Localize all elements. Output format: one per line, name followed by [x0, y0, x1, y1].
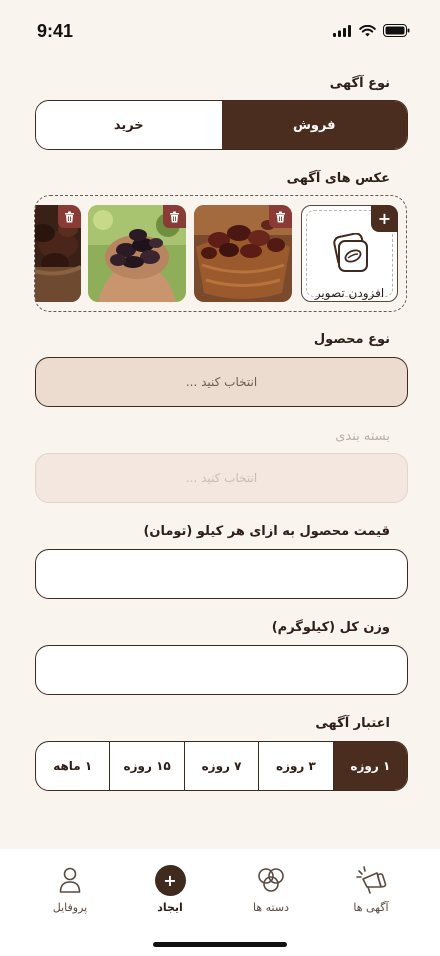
packaging-placeholder: انتخاب کنید ...: [185, 471, 258, 485]
nav-profile-label: پروفایل: [52, 901, 88, 914]
delete-photo-button[interactable]: [163, 205, 186, 228]
status-time: 9:41: [37, 21, 74, 41]
categories-icon: [258, 868, 284, 892]
megaphone-icon: [356, 866, 387, 894]
nav-create[interactable]: + ایجاد: [130, 863, 210, 914]
product-type-placeholder: انتخاب کنید ...: [185, 375, 258, 389]
nav-ads-label: آگهی ها: [353, 901, 389, 914]
nav-create-label: ایجاد: [157, 901, 183, 914]
photo-thumbnail[interactable]: [88, 205, 186, 302]
trash-icon: [65, 211, 74, 222]
add-photo-button[interactable]: افزودن تصویر +: [301, 205, 398, 302]
price-input[interactable]: [35, 549, 408, 599]
nav-profile[interactable]: پروفایل: [30, 863, 110, 914]
delete-photo-button[interactable]: [269, 205, 292, 228]
add-photo-label: افزودن تصویر: [314, 286, 385, 300]
validity-option-1-month[interactable]: ۱ ماهه: [36, 742, 109, 790]
weight-input[interactable]: [35, 645, 408, 695]
wifi-icon: [359, 24, 376, 36]
validity-selector: ۱ ماهه ۱۵ روزه ۷ روزه ۳ روزه ۱ روزه: [35, 741, 408, 791]
photo-thumbnail[interactable]: [35, 205, 81, 302]
trash-icon: [170, 211, 179, 222]
nav-categories-label: دسته ها: [253, 901, 289, 914]
ad-type-toggle: خرید فروش: [35, 100, 408, 150]
weight-label: وزن کل (کیلوگرم): [271, 620, 390, 635]
user-icon: [59, 867, 81, 893]
status-bar: 9:41: [0, 0, 440, 62]
ad-type-label: نوع آگهی: [329, 76, 390, 91]
nav-ads[interactable]: آگهی ها: [331, 863, 411, 914]
signal-icon: [333, 24, 351, 37]
status-icons: [333, 24, 410, 37]
image-icon: [333, 233, 368, 272]
buy-option[interactable]: خرید: [36, 101, 222, 149]
validity-option-7-days[interactable]: ۷ روزه: [183, 742, 258, 790]
validity-label: اعتبار آگهی: [315, 716, 390, 731]
packaging-label: بسته بندی: [335, 429, 390, 444]
product-type-select[interactable]: انتخاب کنید ...: [35, 357, 408, 407]
photos-label: عکس های آگهی: [286, 171, 390, 186]
home-indicator: [153, 942, 287, 947]
battery-icon: [383, 24, 410, 37]
photo-thumbnail[interactable]: [194, 205, 292, 302]
photo-strip[interactable]: افزودن تصویر +: [34, 195, 407, 312]
validity-option-15-days[interactable]: ۱۵ روزه: [109, 742, 183, 790]
packaging-select[interactable]: انتخاب کنید ...: [35, 453, 408, 503]
nav-categories[interactable]: دسته ها: [231, 863, 311, 914]
plus-circle-icon: +: [154, 864, 186, 896]
validity-option-3-days[interactable]: ۳ روزه: [258, 742, 332, 790]
delete-photo-button[interactable]: [58, 205, 81, 228]
trash-icon: [276, 211, 285, 222]
bottom-nav: پروفایل + ایجاد دسته ها آگهی ها: [0, 849, 440, 956]
product-type-label: نوع محصول: [313, 332, 390, 347]
validity-option-1-day[interactable]: ۱ روزه: [332, 742, 407, 790]
price-label: قیمت محصول به ازای هر کیلو (تومان): [143, 524, 390, 539]
plus-icon: +: [371, 205, 398, 232]
sell-option[interactable]: فروش: [221, 101, 407, 149]
